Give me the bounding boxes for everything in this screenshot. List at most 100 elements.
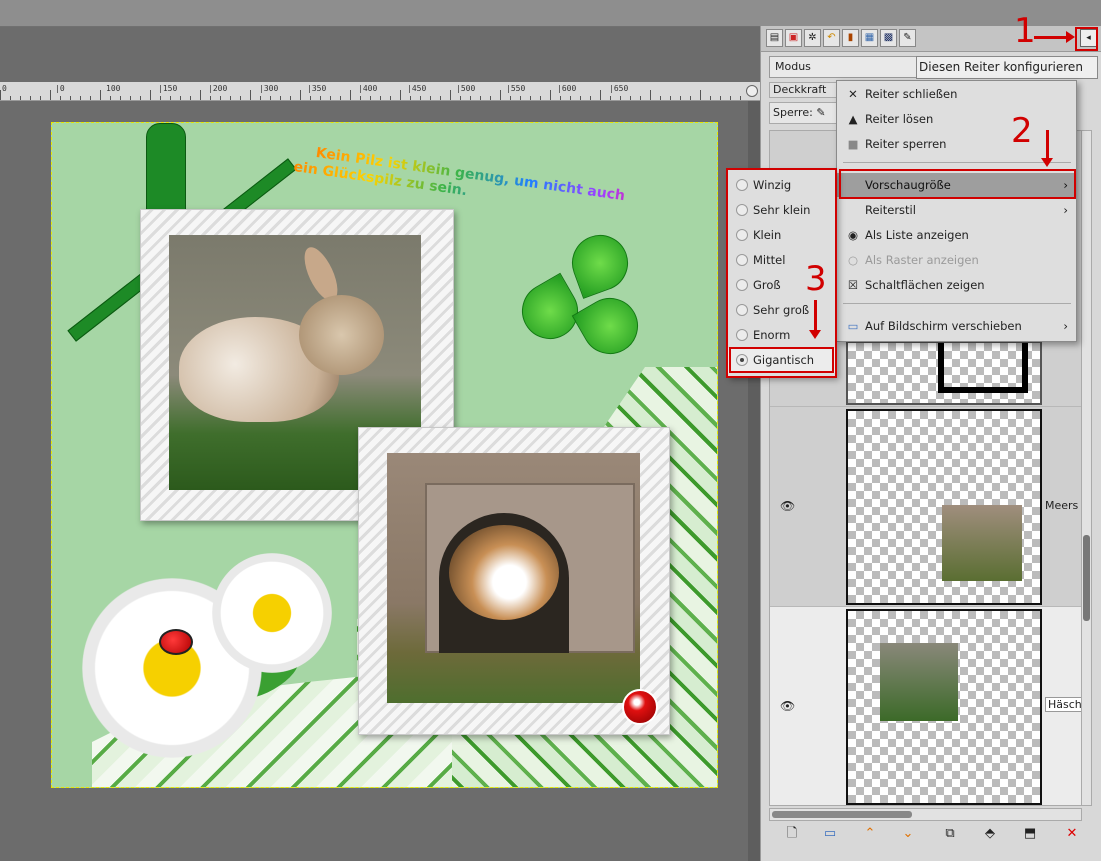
ruler-label: |150 <box>158 84 178 93</box>
ruler-tick <box>720 96 721 100</box>
menu-item-label: Schaltflächen zeigen <box>865 278 985 292</box>
annotation-step-3: 3 <box>805 259 827 299</box>
ruler-tick <box>470 96 471 100</box>
layer-thumbnail[interactable] <box>846 609 1042 805</box>
anchor-layer-icon[interactable]: ⬘ <box>981 825 999 843</box>
visibility-eye-icon[interactable]: 👁 <box>780 699 795 713</box>
chevron-right-icon: › <box>1063 203 1068 217</box>
ruler-tick <box>560 96 561 100</box>
detach-icon: ▲ <box>848 112 858 126</box>
menu-item-view-as-list[interactable]: ◉ Als Liste anzeigen <box>837 223 1076 247</box>
visibility-eye-icon[interactable]: 👁 <box>780 499 795 513</box>
annotation-box-preview-size <box>839 169 1076 199</box>
ruler-label: 100 <box>106 84 121 93</box>
menu-item-move-to-screen[interactable]: ▭ Auf Bildschirm verschieben › <box>837 314 1076 338</box>
ruler-tick <box>340 96 341 100</box>
ruler-label: |550 <box>506 84 526 93</box>
ruler-tick <box>520 96 521 100</box>
ruler-tick <box>390 96 391 100</box>
ruler-tick <box>70 96 71 100</box>
menu-item-tab-style[interactable]: Reiterstil › <box>837 198 1076 222</box>
menu-item-close-tab[interactable]: ✕ Reiter schließen <box>837 82 1076 106</box>
ruler-tick <box>710 96 711 100</box>
ruler-tick <box>260 96 261 100</box>
ruler-tick <box>660 96 661 100</box>
menu-item-detach-tab[interactable]: ▲ Reiter lösen <box>837 107 1076 131</box>
scrollbar-thumb[interactable] <box>1083 535 1090 621</box>
mode-select[interactable]: Modus <box>769 56 917 78</box>
layer-list-scrollbar[interactable] <box>1081 130 1092 806</box>
horizontal-ruler[interactable]: 0 |0 100 |150 |200 |300 |350 |400 |450 |500 |550 |6… <box>0 82 760 101</box>
bunny-thumbnail <box>880 643 958 721</box>
ruler-label: |300 <box>259 84 279 93</box>
ruler-tick <box>680 96 681 100</box>
ruler-tick <box>120 96 121 100</box>
layer-name[interactable]: Häsch <box>1045 697 1081 712</box>
layer-name[interactable]: Meers <box>1045 499 1078 512</box>
layer-list-hscrollbar[interactable] <box>769 808 1082 821</box>
ruler-tick <box>90 96 91 100</box>
ruler-tick <box>330 96 331 100</box>
duplicate-layer-icon[interactable]: ⧉ <box>941 825 959 843</box>
tab-tool-presets[interactable]: ✎ <box>899 29 916 47</box>
tab-brushes[interactable]: ▮ <box>842 29 859 47</box>
lower-layer-icon[interactable]: ⌄ <box>899 825 917 843</box>
ruler-tick <box>630 96 631 100</box>
clover-decoration <box>564 227 636 299</box>
ruler-tick <box>570 96 571 100</box>
tab-patterns[interactable]: ▦ <box>861 29 878 47</box>
ruler-tick <box>380 96 381 100</box>
ruler-tick <box>480 96 481 100</box>
radio-off-icon: ○ <box>847 253 859 267</box>
tab-paths[interactable]: ✲ <box>804 29 821 47</box>
checkbox-checked-icon: ☒ <box>847 278 859 292</box>
tab-layers[interactable]: ▤ <box>766 29 783 47</box>
menu-item-label: Reiter schließen <box>865 87 958 101</box>
menu-item-label: Auf Bildschirm verschieben <box>865 319 1022 333</box>
ruler-label: |350 <box>307 84 327 93</box>
configure-tab-tooltip: Diesen Reiter konfigurieren <box>916 56 1098 79</box>
menu-item-label: Reiterstil <box>865 203 916 217</box>
tab-undo[interactable]: ↶ <box>823 29 840 47</box>
ruler-label: |0 <box>55 84 65 93</box>
annotation-step-2: 2 <box>1011 111 1033 151</box>
ladybug-decoration <box>159 629 193 655</box>
ruler-tick <box>620 96 621 100</box>
menu-item-label: Reiter sperren <box>865 137 947 151</box>
annotation-step-1: 1 <box>1014 11 1036 51</box>
lock-brush-icon[interactable]: ✎ <box>816 106 825 119</box>
ruler-tick <box>210 96 211 100</box>
ruler-tick <box>670 96 671 100</box>
guinea-pig <box>449 525 559 620</box>
ruler-tick <box>50 90 51 100</box>
ruler-tick <box>290 96 291 100</box>
ruler-tick <box>10 96 11 100</box>
menu-item-lock-tab[interactable]: ■ Reiter sperren <box>837 132 1076 156</box>
delete-layer-icon[interactable]: ✕ <box>1063 825 1081 843</box>
lock-label: Sperre: <box>773 106 813 119</box>
ruler-tick <box>510 96 511 100</box>
ruler-tick <box>160 96 161 100</box>
new-layer-icon[interactable]: 🗋 <box>783 825 801 843</box>
merge-layer-icon[interactable]: ⬒ <box>1021 825 1039 843</box>
new-layer-group-icon[interactable]: ▭ <box>821 825 839 843</box>
ruler-tick <box>150 90 151 100</box>
layer-thumbnail[interactable] <box>846 341 1042 405</box>
tab-channels[interactable]: ▣ <box>785 29 802 47</box>
layer-thumbnail[interactable] <box>846 409 1042 605</box>
image-canvas[interactable]: Kein Pilz ist klein genug, um nicht auch… <box>51 122 718 788</box>
layer-row-selected[interactable]: 👁 Häsch <box>770 607 1081 805</box>
menu-item-label: Als Liste anzeigen <box>865 228 969 242</box>
hscrollbar-thumb[interactable] <box>772 811 912 818</box>
window-top-bar <box>0 0 1101 27</box>
navigate-icon[interactable] <box>746 85 758 97</box>
tab-gradients[interactable]: ▩ <box>880 29 897 47</box>
ruler-tick <box>500 90 501 100</box>
raise-layer-icon[interactable]: ⌃ <box>861 825 879 843</box>
ruler-tick <box>220 96 221 100</box>
ruler-tick <box>530 96 531 100</box>
layer-row[interactable]: 👁 Meers <box>770 407 1081 607</box>
ruler-tick <box>100 90 101 100</box>
menu-item-show-buttons[interactable]: ☒ Schaltflächen zeigen <box>837 273 1076 297</box>
ruler-tick <box>270 96 271 100</box>
